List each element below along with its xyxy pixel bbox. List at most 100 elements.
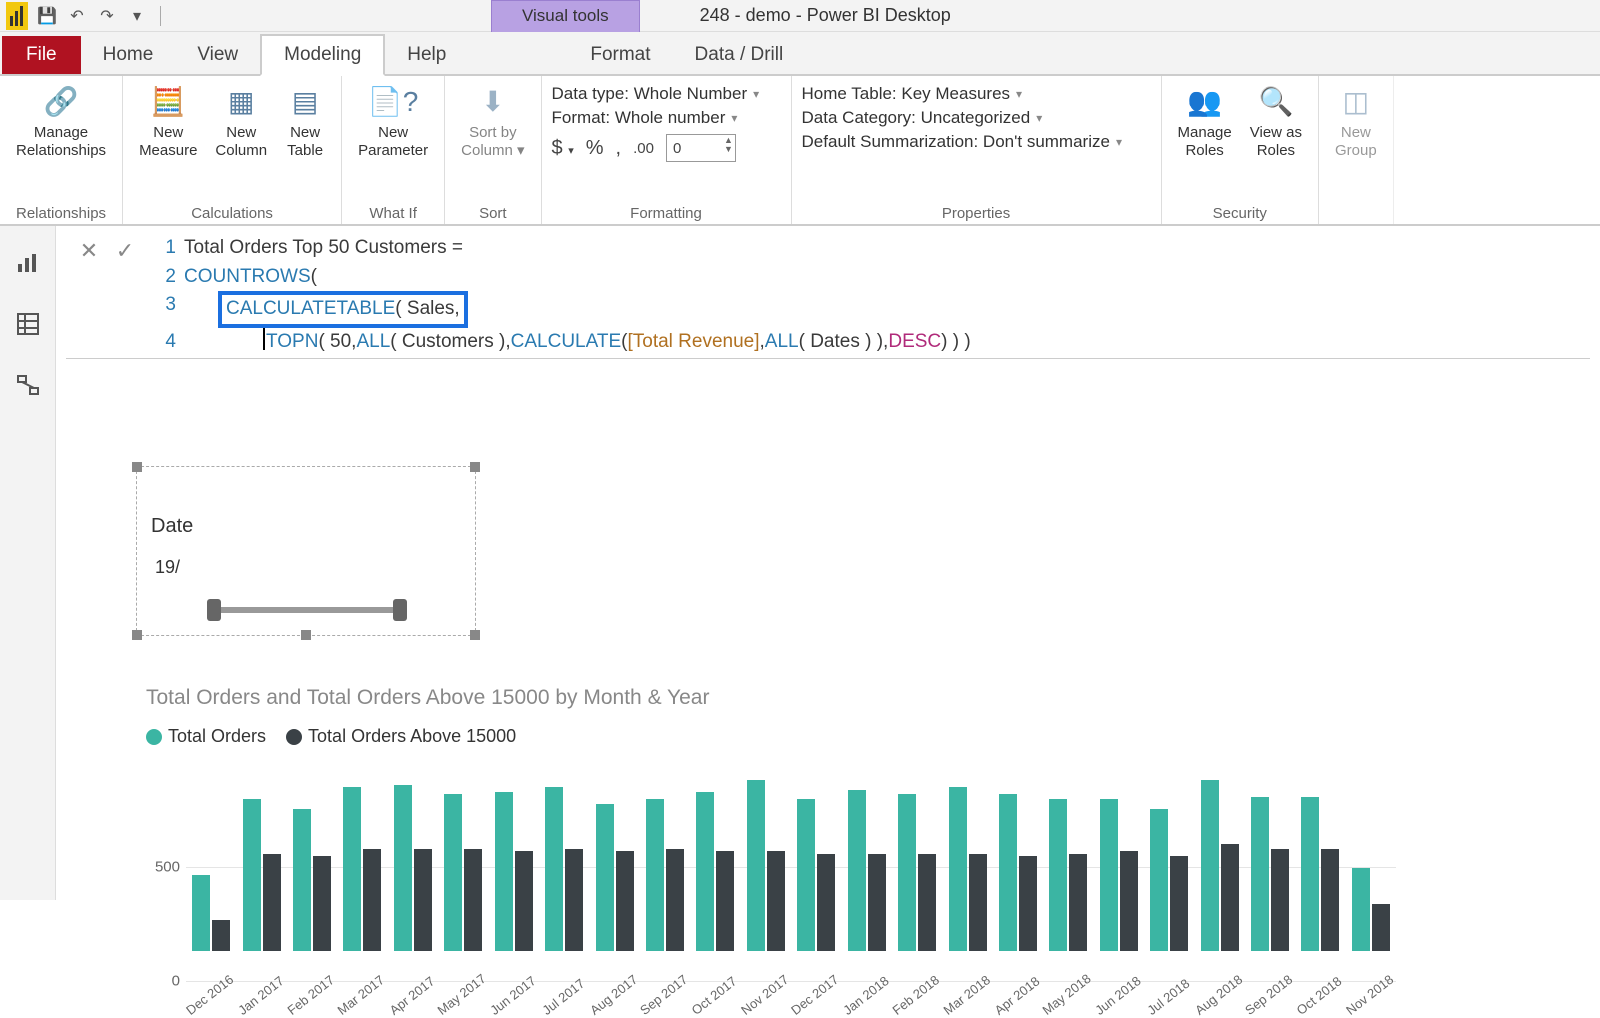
bar-total-orders[interactable] xyxy=(747,780,765,951)
new-column-button[interactable]: ▦New Column xyxy=(209,80,273,162)
y-axis: 500 0 xyxy=(146,761,182,981)
bar-total-orders[interactable] xyxy=(646,799,664,951)
bar-total-orders[interactable] xyxy=(545,787,563,951)
bar-total-orders-above-15000[interactable] xyxy=(263,854,281,951)
bar-total-orders[interactable] xyxy=(343,787,361,951)
group-label-properties: Properties xyxy=(942,203,1010,222)
bar-total-orders[interactable] xyxy=(444,794,462,951)
resize-handle[interactable] xyxy=(470,462,480,472)
commit-formula-icon[interactable]: ✓ xyxy=(110,236,140,266)
bar-total-orders[interactable] xyxy=(243,799,261,951)
new-group-button[interactable]: ◫New Group xyxy=(1329,80,1383,162)
format-dropdown[interactable]: Format: Whole number▾ xyxy=(552,108,760,128)
qat-dropdown-icon[interactable]: ▾ xyxy=(126,5,148,27)
sort-by-column-button[interactable]: ⬇Sort by Column ▾ xyxy=(455,80,530,162)
bar-total-orders[interactable] xyxy=(1352,868,1370,951)
bar-total-orders[interactable] xyxy=(898,794,916,951)
undo-icon[interactable]: ↶ xyxy=(66,5,88,27)
tab-home[interactable]: Home xyxy=(81,36,176,74)
bar-total-orders[interactable] xyxy=(999,794,1017,951)
tab-modeling[interactable]: Modeling xyxy=(260,34,385,76)
resize-handle[interactable] xyxy=(132,630,142,640)
bar-total-orders-above-15000[interactable] xyxy=(212,920,230,951)
new-parameter-button[interactable]: 📄?New Parameter xyxy=(352,80,434,162)
bar-group: Jul 2018 xyxy=(1144,809,1194,952)
tab-view[interactable]: View xyxy=(175,36,260,74)
slider-thumb-end[interactable] xyxy=(393,599,407,621)
decimals-spinner[interactable]: 0▲▼ xyxy=(666,134,736,162)
bar-total-orders-above-15000[interactable] xyxy=(1120,851,1138,951)
bar-total-orders[interactable] xyxy=(596,804,614,951)
bar-total-orders[interactable] xyxy=(1100,799,1118,951)
percent-button[interactable]: % xyxy=(586,137,604,160)
model-view-icon[interactable] xyxy=(12,370,44,402)
bar-total-orders-above-15000[interactable] xyxy=(716,851,734,951)
data-view-icon[interactable] xyxy=(12,308,44,340)
column-icon: ▦ xyxy=(221,82,261,122)
tab-help[interactable]: Help xyxy=(385,36,468,74)
cancel-formula-icon[interactable]: ✕ xyxy=(74,236,104,266)
view-as-roles-button[interactable]: 🔍View as Roles xyxy=(1244,80,1308,162)
bar-total-orders-above-15000[interactable] xyxy=(767,851,785,951)
bar-total-orders-above-15000[interactable] xyxy=(616,851,634,951)
new-measure-button[interactable]: 🧮New Measure xyxy=(133,80,203,162)
date-slicer-visual[interactable]: Date 19/ xyxy=(136,466,476,636)
bar-total-orders[interactable] xyxy=(1049,799,1067,951)
resize-handle[interactable] xyxy=(301,630,311,640)
dax-editor[interactable]: 1Total Orders Top 50 Customers = 2COUNTR… xyxy=(148,232,977,358)
new-table-button[interactable]: ▤New Table xyxy=(279,80,331,162)
manage-relationships-button[interactable]: 🔗Manage Relationships xyxy=(10,80,112,162)
chevron-down-icon: ▾ xyxy=(1016,87,1022,101)
bar-group: Feb 2018 xyxy=(892,794,942,951)
visual-tools-contextual-tab: Visual tools xyxy=(491,0,640,32)
bar-total-orders-above-15000[interactable] xyxy=(868,854,886,951)
bar-total-orders[interactable] xyxy=(848,790,866,952)
bar-total-orders[interactable] xyxy=(949,787,967,951)
save-icon[interactable]: 💾 xyxy=(36,5,58,27)
slicer-value-start[interactable]: 19/ xyxy=(155,557,180,578)
bar-total-orders[interactable] xyxy=(1150,809,1168,952)
manage-roles-button[interactable]: 👥Manage Roles xyxy=(1172,80,1238,162)
bar-total-orders[interactable] xyxy=(1251,797,1269,951)
bar-total-orders-above-15000[interactable] xyxy=(1069,854,1087,951)
bar-total-orders-above-15000[interactable] xyxy=(1170,856,1188,951)
bar-total-orders[interactable] xyxy=(696,792,714,951)
bar-total-orders[interactable] xyxy=(192,875,210,951)
redo-icon[interactable]: ↷ xyxy=(96,5,118,27)
bar-total-orders-above-15000[interactable] xyxy=(515,851,533,951)
tab-data-drill[interactable]: Data / Drill xyxy=(673,36,806,74)
bar-total-orders-above-15000[interactable] xyxy=(313,856,331,951)
bar-group: Mar 2017 xyxy=(337,787,387,951)
data-category-dropdown[interactable]: Data Category: Uncategorized▾ xyxy=(802,108,1122,128)
view-rail xyxy=(0,226,56,900)
thousands-button[interactable]: , xyxy=(616,137,622,160)
report-view-icon[interactable] xyxy=(12,246,44,278)
bar-total-orders-above-15000[interactable] xyxy=(1221,844,1239,951)
resize-handle[interactable] xyxy=(470,630,480,640)
home-table-dropdown[interactable]: Home Table: Key Measures▾ xyxy=(802,84,1122,104)
resize-handle[interactable] xyxy=(132,462,142,472)
tab-format[interactable]: Format xyxy=(568,36,672,74)
chart-title: Total Orders and Total Orders Above 1500… xyxy=(146,686,1396,710)
bar-total-orders-above-15000[interactable] xyxy=(1372,904,1390,952)
bar-group: May 2018 xyxy=(1043,799,1093,951)
view-roles-icon: 🔍 xyxy=(1256,82,1296,122)
bar-group: Oct 2017 xyxy=(690,792,740,951)
bar-total-orders[interactable] xyxy=(495,792,513,951)
bar-total-orders[interactable] xyxy=(1301,797,1319,951)
bar-total-orders-above-15000[interactable] xyxy=(817,854,835,951)
bar-total-orders-above-15000[interactable] xyxy=(969,854,987,951)
slider-thumb-start[interactable] xyxy=(207,599,221,621)
default-summarization-dropdown[interactable]: Default Summarization: Don't summarize▾ xyxy=(802,132,1122,152)
bar-total-orders-above-15000[interactable] xyxy=(1019,856,1037,951)
bar-total-orders[interactable] xyxy=(394,785,412,951)
bar-total-orders-above-15000[interactable] xyxy=(918,854,936,951)
data-type-dropdown[interactable]: Data type: Whole Number▾ xyxy=(552,84,760,104)
bar-total-orders[interactable] xyxy=(1201,780,1219,951)
currency-button[interactable]: $ ▾ xyxy=(552,137,574,160)
slicer-slider-track[interactable] xyxy=(207,607,407,613)
bar-total-orders[interactable] xyxy=(293,809,311,952)
clustered-column-chart[interactable]: Total Orders and Total Orders Above 1500… xyxy=(146,686,1396,981)
tab-file[interactable]: File xyxy=(2,36,81,74)
bar-total-orders[interactable] xyxy=(797,799,815,951)
